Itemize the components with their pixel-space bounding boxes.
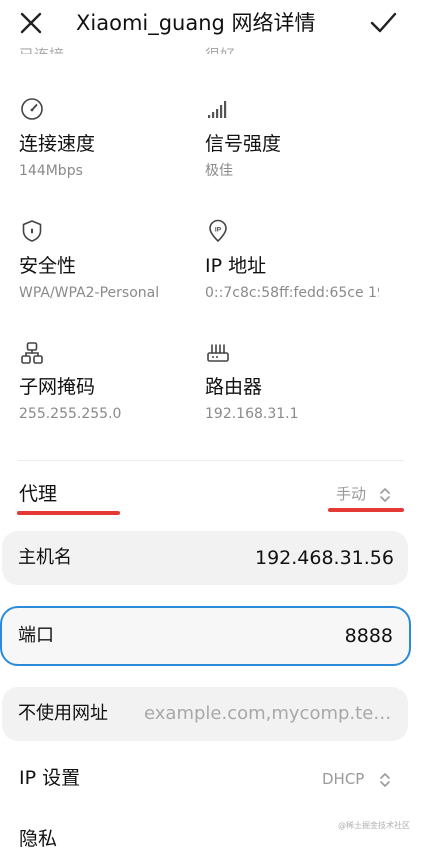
ip-address-label: IP 地址	[205, 255, 267, 277]
section-divider	[18, 460, 404, 461]
security-label: 安全性	[19, 255, 77, 277]
page-title: Xiaomi_guang 网络详情	[76, 11, 316, 35]
port-label: 端口	[18, 625, 54, 646]
port-value: 8888	[344, 625, 393, 647]
proxy-label: 代理	[19, 483, 58, 505]
close-button[interactable]	[14, 6, 48, 40]
speedometer-icon	[19, 96, 45, 122]
close-icon	[20, 12, 42, 34]
cut-off-status: 已连接	[19, 40, 99, 54]
bypass-label: 不使用网址	[18, 703, 108, 724]
signal-strength-label: 信号强度	[205, 133, 282, 155]
ip-settings-label: IP 设置	[19, 767, 81, 789]
connection-speed-label: 连接速度	[19, 133, 96, 155]
watermark: @稀土掘金技术社区	[338, 821, 410, 830]
checkmark-icon	[370, 12, 397, 33]
proxy-mode-value: 手动	[336, 485, 367, 503]
ip-settings-selector[interactable]: DHCP	[316, 762, 406, 796]
proxy-selector[interactable]: 手动	[330, 478, 406, 512]
chevron-up-down-icon	[380, 773, 390, 787]
svg-text:IP: IP	[215, 227, 222, 234]
hostname-field[interactable]: 主机名 192.468.31.56	[2, 531, 408, 585]
annotation-underline-proxy	[17, 511, 120, 515]
port-field[interactable]: 端口 8888	[0, 606, 411, 666]
bypass-proxy-field[interactable]: 不使用网址 example.com,mycomp.test.com	[2, 687, 408, 741]
shield-icon	[19, 218, 45, 244]
subnet-mask-value: 255.255.255.0	[19, 406, 122, 422]
confirm-button[interactable]	[366, 6, 400, 40]
top-bar: Xiaomi_guang 网络详情 已连接 很好	[0, 0, 422, 54]
signal-bars-icon	[205, 96, 231, 122]
router-icon	[205, 340, 231, 366]
router-value: 192.168.31.1	[205, 406, 299, 422]
security-value: WPA/WPA2-Personal	[19, 285, 160, 301]
signal-strength-value: 极佳	[205, 163, 233, 179]
router-label: 路由器	[205, 376, 263, 398]
network-tree-icon	[19, 340, 45, 366]
ip-address-value: 0::7c8c:58ff:fedd:65ce 192.168.31.56	[205, 285, 379, 301]
bypass-placeholder: example.com,mycomp.test.com	[144, 703, 396, 724]
privacy-row-cut[interactable]: 隐私	[19, 826, 57, 852]
hostname-label: 主机名	[18, 547, 72, 568]
cut-off-frequency: 很好	[205, 40, 265, 54]
chevron-up-down-icon	[380, 488, 390, 502]
annotation-underline-mode	[328, 508, 404, 512]
subnet-mask-label: 子网掩码	[19, 376, 96, 398]
hostname-value: 192.468.31.56	[254, 547, 394, 569]
ip-settings-value: DHCP	[322, 770, 365, 788]
ip-location-icon: IP	[205, 218, 231, 244]
connection-speed-value: 144Mbps	[19, 163, 83, 179]
